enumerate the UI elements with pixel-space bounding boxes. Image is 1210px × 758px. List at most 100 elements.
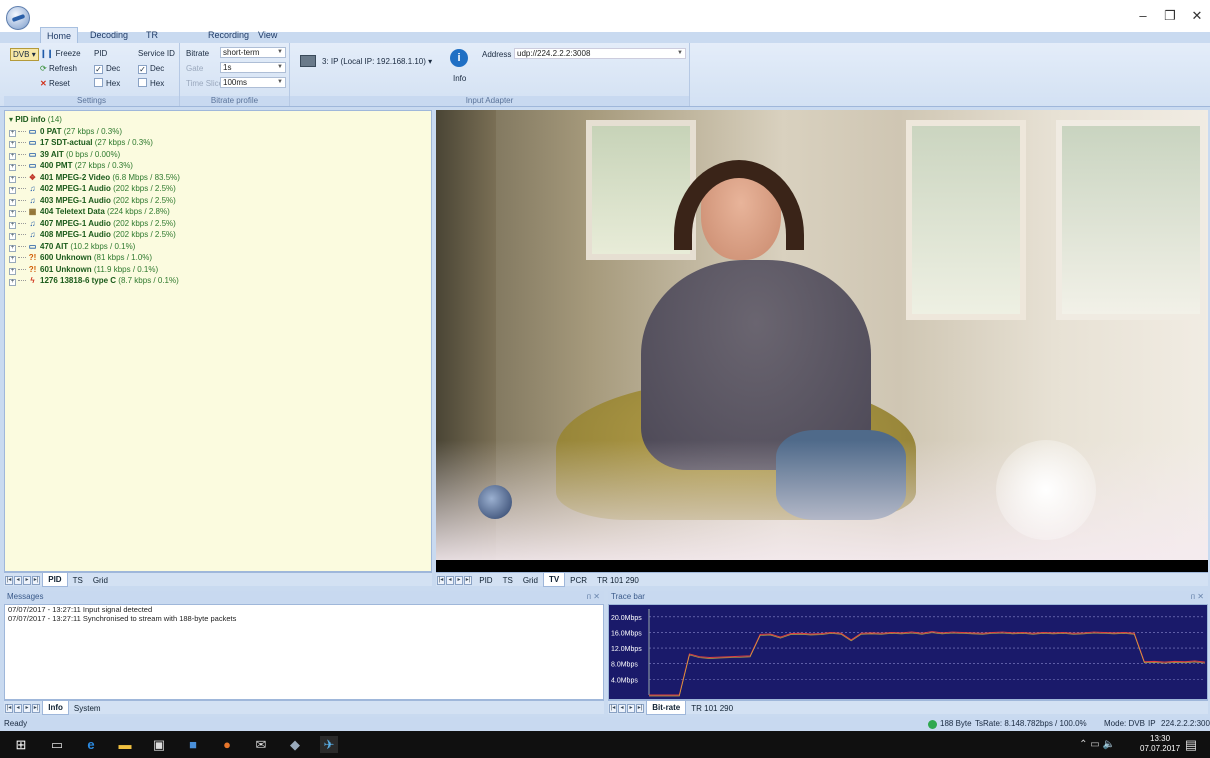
pid-dec-checkbox[interactable]: ✓ Dec xyxy=(94,63,120,74)
tab-pid[interactable]: PID xyxy=(42,573,68,587)
expand-icon[interactable]: + xyxy=(9,164,16,171)
expand-icon[interactable]: + xyxy=(9,175,16,183)
tab-ts[interactable]: TS xyxy=(498,574,518,587)
refresh-button[interactable]: ⟳ Refresh xyxy=(40,63,77,74)
tree-row[interactable]: + ♫ 408 MPEG-1 Audio (202 kbps / 2.5%) xyxy=(9,229,180,241)
expand-icon[interactable]: + xyxy=(9,244,16,252)
tree-row[interactable]: + ▭ 39 AIT (0 bps / 0.00%) xyxy=(9,149,180,161)
prev-tab-icon[interactable]: ◂ xyxy=(14,703,22,713)
firefox-icon[interactable]: ● xyxy=(218,736,236,753)
tab-tr101290[interactable]: TR 101 290 xyxy=(592,574,644,587)
minimize-button[interactable]: – xyxy=(1130,6,1156,26)
expand-icon[interactable]: + xyxy=(9,141,16,148)
first-tab-icon[interactable]: |◂ xyxy=(5,575,13,585)
freeze-button[interactable]: ❙❙ Freeze xyxy=(40,48,81,59)
expand-icon[interactable]: + xyxy=(9,221,16,229)
first-tab-icon[interactable]: |◂ xyxy=(609,703,617,713)
expand-icon[interactable]: + xyxy=(9,210,16,217)
tab-grid[interactable]: Grid xyxy=(88,574,113,587)
store-icon[interactable]: ▣ xyxy=(150,736,168,753)
expand-icon[interactable]: + xyxy=(9,233,16,240)
tree-root[interactable]: ▾ PID info (14) xyxy=(9,114,180,126)
expand-icon[interactable]: + xyxy=(9,198,16,206)
expand-icon[interactable]: + xyxy=(9,267,16,275)
notifications-icon[interactable]: ▤ xyxy=(1182,736,1200,753)
tab-info[interactable]: Info xyxy=(42,701,69,715)
expand-icon[interactable]: + xyxy=(9,256,16,263)
tree-row[interactable]: +?! 601 Unknown (11.9 kbps / 0.1%) xyxy=(9,264,180,276)
expand-icon[interactable]: + xyxy=(9,152,16,160)
sid-hex-checkbox[interactable]: Hex xyxy=(138,78,164,89)
prev-tab-icon[interactable]: ◂ xyxy=(446,575,454,585)
tab-view[interactable]: View xyxy=(252,27,283,43)
media-player-icon[interactable]: ■ xyxy=(184,736,202,753)
tab-home[interactable]: Home xyxy=(40,27,79,43)
app-icon[interactable]: ◆ xyxy=(286,736,304,753)
first-tab-icon[interactable]: |◂ xyxy=(437,575,445,585)
restore-button[interactable]: ❐ xyxy=(1157,6,1183,26)
last-tab-icon[interactable]: ▸| xyxy=(636,703,644,713)
first-tab-icon[interactable]: |◂ xyxy=(5,703,13,713)
tree-row[interactable]: + ▭ 0 PAT (27 kbps / 0.3%) xyxy=(9,126,180,138)
tab-system[interactable]: System xyxy=(69,702,106,715)
app-menu-button[interactable] xyxy=(6,6,30,30)
timeslice-select[interactable]: 100ms ▼ xyxy=(220,77,286,88)
tree-row[interactable]: +?! 600 Unknown (81 kbps / 1.0%) xyxy=(9,252,180,264)
tab-pcr[interactable]: PCR xyxy=(565,574,592,587)
adapter-select[interactable]: 3: IP (Local IP: 192.168.1.10) ▾ xyxy=(322,56,432,67)
file-explorer-icon[interactable]: ▬ xyxy=(116,736,134,753)
task-view-icon[interactable]: ▭ xyxy=(48,736,66,753)
tab-ts[interactable]: TS xyxy=(68,574,88,587)
tree-row[interactable]: + ♫ 407 MPEG-1 Audio (202 kbps / 2.5%) xyxy=(9,218,180,230)
tree-row[interactable]: + ▭ 470 AIT (10.2 kbps / 0.1%) xyxy=(9,241,180,253)
tree-row[interactable]: + ♫ 403 MPEG-1 Audio (202 kbps / 2.5%) xyxy=(9,195,180,207)
bitrate-select[interactable]: short-term ▼ xyxy=(220,47,286,58)
active-app-icon[interactable]: ✈ xyxy=(320,736,338,753)
last-tab-icon[interactable]: ▸| xyxy=(32,703,40,713)
prev-tab-icon[interactable]: ◂ xyxy=(618,703,626,713)
edge-icon[interactable]: e xyxy=(82,736,100,753)
expand-icon[interactable]: + xyxy=(9,279,16,286)
clock[interactable]: 13:30 07.07.2017 xyxy=(1140,734,1180,754)
expand-icon[interactable]: + xyxy=(9,187,16,194)
tree-row[interactable]: + ❖ 401 MPEG-2 Video (6.8 Mbps / 83.5%) xyxy=(9,172,180,184)
address-input[interactable]: udp://224.2.2.2:3008 ▼ xyxy=(514,48,686,59)
mail-icon[interactable]: ✉ xyxy=(252,736,270,753)
tree-row[interactable]: + ϟ 1276 13818-6 type C (8.7 kbps / 0.1%) xyxy=(9,275,180,287)
tree-row[interactable]: + ▭ 17 SDT-actual (27 kbps / 0.3%) xyxy=(9,137,180,149)
pid-rate: (27 kbps / 0.3%) xyxy=(94,138,153,147)
tray-icons[interactable]: ⌃ ▭ 🔈 xyxy=(1072,736,1122,753)
next-tab-icon[interactable]: ▸ xyxy=(23,703,31,713)
refresh-icon: ⟳ xyxy=(40,64,47,73)
sid-dec-checkbox[interactable]: ✓ Dec xyxy=(138,63,164,74)
pin-close-icon[interactable]: ᴨ ✕ xyxy=(587,591,600,603)
close-button[interactable]: ✕ xyxy=(1184,6,1210,26)
next-tab-icon[interactable]: ▸ xyxy=(455,575,463,585)
tab-tv[interactable]: TV xyxy=(542,573,566,587)
tree-row[interactable]: + ♫ 402 MPEG-1 Audio (202 kbps / 2.5%) xyxy=(9,183,180,195)
prev-tab-icon[interactable]: ◂ xyxy=(14,575,22,585)
pid-hex-checkbox[interactable]: Hex xyxy=(94,78,120,89)
tab-tr101290[interactable]: TR 101 290 xyxy=(140,27,167,72)
dvb-mode-dropdown[interactable]: DVB ▾ xyxy=(10,48,39,61)
pin-close-icon[interactable]: ᴨ ✕ xyxy=(1191,591,1204,603)
info-icon[interactable]: i xyxy=(450,49,468,67)
next-tab-icon[interactable]: ▸ xyxy=(23,575,31,585)
next-tab-icon[interactable]: ▸ xyxy=(627,703,635,713)
last-tab-icon[interactable]: ▸| xyxy=(464,575,472,585)
tree-row[interactable]: + ▦ 404 Teletext Data (224 kbps / 2.8%) xyxy=(9,206,180,218)
tab-pid[interactable]: PID xyxy=(474,574,497,587)
tree-row[interactable]: + ▭ 400 PMT (27 kbps / 0.3%) xyxy=(9,160,180,172)
last-tab-icon[interactable]: ▸| xyxy=(32,575,40,585)
expand-icon[interactable]: + xyxy=(9,129,16,137)
windows-start-icon[interactable]: ⊞ xyxy=(12,736,30,753)
pid-number: 403 xyxy=(40,195,54,205)
tab-decoding[interactable]: Decoding xyxy=(84,27,134,43)
gate-select[interactable]: 1s ▼ xyxy=(220,62,286,73)
reset-button[interactable]: ✕ Reset xyxy=(40,78,70,89)
tab-tr101290[interactable]: TR 101 290 xyxy=(686,702,738,715)
video-frame[interactable] xyxy=(436,110,1208,560)
tab-grid[interactable]: Grid xyxy=(518,574,543,587)
tab-recording[interactable]: Recording xyxy=(202,27,255,43)
tab-bitrate[interactable]: Bit-rate xyxy=(646,701,687,715)
